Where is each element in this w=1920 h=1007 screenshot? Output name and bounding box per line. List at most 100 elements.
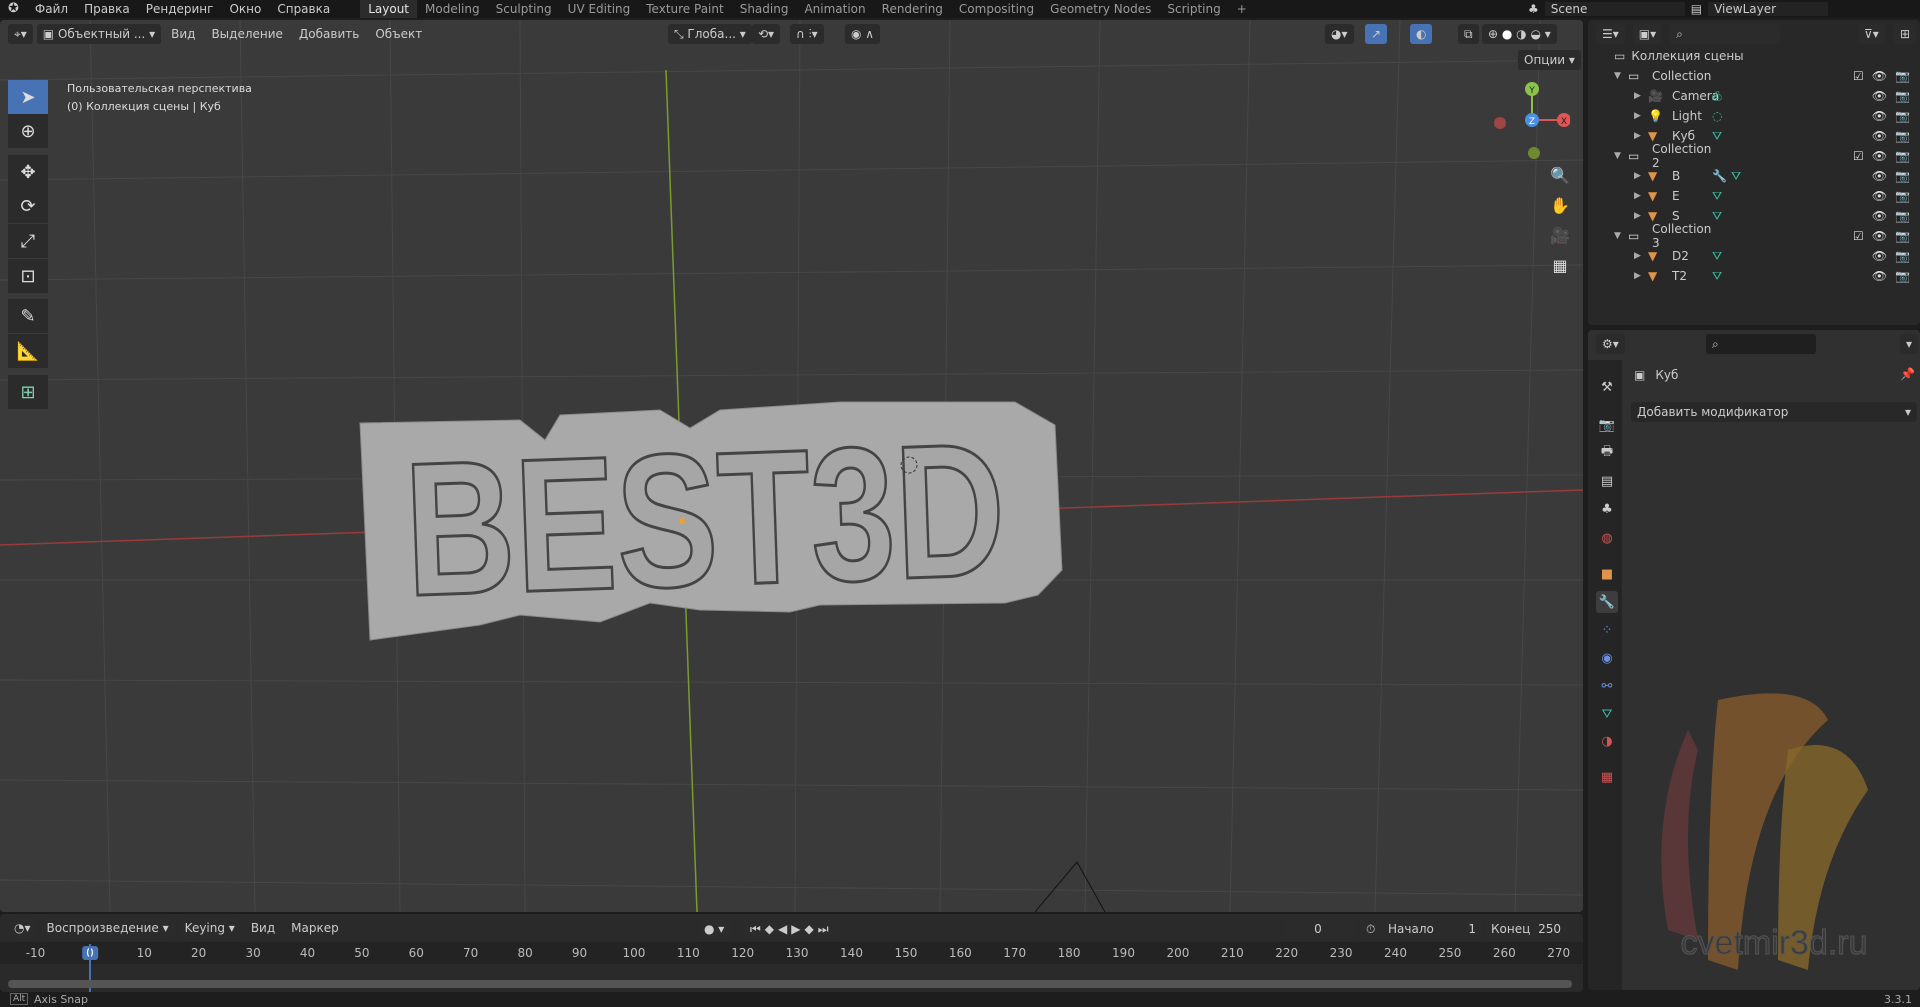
preview-range-icon[interactable]: ⏱ <box>1360 919 1382 939</box>
mode-select[interactable]: ▣ Объектный ... ▾ <box>36 24 162 44</box>
end-frame-field[interactable]: Конец 250 <box>1485 919 1567 939</box>
timeline-editor-type[interactable]: ◔▾ <box>8 918 37 938</box>
outliner-row[interactable]: ▶ ▼ D2 ⛛ 👁 📷 <box>1588 246 1920 266</box>
expand-arrow-icon[interactable]: ▶ <box>1634 171 1648 181</box>
camera-render-icon[interactable]: 📷 <box>1895 109 1910 123</box>
collapse-arrow-icon[interactable]: ▼ <box>1614 231 1628 241</box>
outliner-row[interactable]: ▶ 💡 Light ◌ 👁 📷 <box>1588 106 1920 126</box>
3d-viewport[interactable]: BEST3D ⌖▾ ▣ Объектный ... ▾ Вид Выделени… <box>0 20 1583 912</box>
eye-icon[interactable]: 👁 <box>1872 89 1887 103</box>
marker-menu[interactable]: Маркер <box>285 921 345 935</box>
xray-icon[interactable]: ⧉ <box>1458 24 1479 44</box>
tab-scripting[interactable]: Scripting <box>1159 0 1228 18</box>
add-modifier-dropdown[interactable]: Добавить модификатор ▾ <box>1631 402 1917 422</box>
exclude-checkbox[interactable]: ☑ <box>1853 229 1864 243</box>
tab-render-icon[interactable]: 📷 <box>1596 414 1618 436</box>
pan-hand-icon[interactable]: ✋ <box>1547 192 1573 218</box>
tab-modeling[interactable]: Modeling <box>417 0 488 18</box>
scene-icon[interactable]: ♣ <box>1528 2 1539 16</box>
tab-texture-paint[interactable]: Texture Paint <box>638 0 731 18</box>
move-tool[interactable]: ✥ <box>8 155 48 189</box>
gizmo-neg-x[interactable] <box>1494 117 1506 129</box>
eye-icon[interactable]: 👁 <box>1872 109 1887 123</box>
tab-sculpting[interactable]: Sculpting <box>488 0 560 18</box>
eye-icon[interactable]: 👁 <box>1872 249 1887 263</box>
timeline-scrollbar[interactable] <box>8 980 1572 988</box>
camera-render-icon[interactable]: 📷 <box>1895 169 1910 183</box>
tab-world-icon[interactable]: ◍ <box>1596 527 1618 549</box>
shading-modes[interactable]: ⊕ ● ◑ ◒ ▾ <box>1482 24 1557 44</box>
transform-orientation-select[interactable]: ⤡ Глоба... ▾ <box>668 24 752 44</box>
measure-tool[interactable]: 📐 <box>8 334 48 368</box>
expand-arrow-icon[interactable]: ▶ <box>1634 91 1648 101</box>
outliner-editor-type[interactable]: ☰▾ <box>1596 24 1625 44</box>
add-workspace-button[interactable]: + <box>1229 0 1255 18</box>
new-collection-icon[interactable]: ⊞ <box>1894 24 1917 44</box>
select-box-tool[interactable]: ➤ <box>8 80 48 114</box>
proportional-edit-icon[interactable]: ◉ ∧ <box>845 24 881 44</box>
playback-controls[interactable]: ⏮◆◀▶◆⏭ <box>744 919 839 939</box>
camera-render-icon[interactable]: 📷 <box>1895 229 1910 243</box>
expand-arrow-icon[interactable]: ▶ <box>1634 111 1648 121</box>
scene-field[interactable]: Scene <box>1544 2 1685 16</box>
menu-render[interactable]: Рендеринг <box>138 0 222 18</box>
pivot-icon[interactable]: ⟲▾ <box>752 24 781 44</box>
outliner-row[interactable]: ▶ ▼ Куб ⛛ 👁 📷 <box>1588 126 1920 146</box>
eye-icon[interactable]: 👁 <box>1872 149 1887 163</box>
view-layer-field[interactable]: ViewLayer <box>1708 2 1829 16</box>
tab-object-icon[interactable]: ■ <box>1596 563 1618 585</box>
add-cube-tool[interactable]: ⊞ <box>8 375 48 409</box>
camera-render-icon[interactable]: 📷 <box>1895 69 1910 83</box>
view-layer-icon[interactable]: ▤ <box>1691 2 1702 16</box>
gizmo-neg-y[interactable] <box>1528 147 1540 159</box>
tab-constraints-icon[interactable]: ⚯ <box>1596 675 1618 697</box>
tab-material-icon[interactable]: ◑ <box>1596 730 1618 752</box>
start-frame-field[interactable]: Начало 1 <box>1382 919 1482 939</box>
tab-geometry-nodes[interactable]: Geometry Nodes <box>1042 0 1159 18</box>
cursor-tool[interactable]: ⊕ <box>8 114 48 148</box>
scene-collection-row[interactable]: ▭ Коллекция сцены <box>1588 46 1920 66</box>
camera-view-icon[interactable]: 🎥 <box>1547 222 1573 248</box>
outliner-row[interactable]: ▶ ▼ B 🔧 ⛛ 👁 📷 <box>1588 166 1920 186</box>
playback-menu[interactable]: Воспроизведение ▾ <box>40 918 175 938</box>
tab-compositing[interactable]: Compositing <box>951 0 1042 18</box>
tab-shading[interactable]: Shading <box>732 0 797 18</box>
overlay-toggle-icon[interactable]: ◐ <box>1410 24 1433 44</box>
outliner-row[interactable]: ▼ ▭ Collection 3 ☑ 👁 📷 <box>1588 222 1920 250</box>
outliner-row[interactable]: ▼ ▭ Collection ☑ 👁 📷 <box>1588 66 1920 86</box>
eye-icon[interactable]: 👁 <box>1872 269 1887 283</box>
menu-window[interactable]: Окно <box>221 0 269 18</box>
camera-render-icon[interactable]: 📷 <box>1895 269 1910 283</box>
camera-render-icon[interactable]: 📷 <box>1895 149 1910 163</box>
tab-scene-icon[interactable]: ♣ <box>1596 498 1618 520</box>
expand-arrow-icon[interactable]: ▶ <box>1634 271 1648 281</box>
menu-add[interactable]: Добавить <box>293 27 365 41</box>
expand-arrow-icon[interactable]: ▶ <box>1634 131 1648 141</box>
camera-render-icon[interactable]: 📷 <box>1895 129 1910 143</box>
menu-object[interactable]: Объект <box>369 27 428 41</box>
outliner-row[interactable]: ▶ ▼ S ⛛ 👁 📷 <box>1588 206 1920 226</box>
camera-render-icon[interactable]: 📷 <box>1895 209 1910 223</box>
visibility-icon[interactable]: ◕▾ <box>1325 24 1354 44</box>
keying-menu[interactable]: Keying ▾ <box>178 918 241 938</box>
timeline-view-menu[interactable]: Вид <box>245 921 281 935</box>
properties-options-icon[interactable]: ▾ <box>1900 334 1919 354</box>
outliner-row[interactable]: ▶ ▼ T2 ⛛ 👁 📷 <box>1588 266 1920 286</box>
current-frame-field[interactable]: 0 <box>1282 919 1354 939</box>
tab-animation[interactable]: Animation <box>796 0 873 18</box>
tab-texture-icon[interactable]: ▦ <box>1596 766 1618 788</box>
expand-arrow-icon[interactable]: ▶ <box>1634 251 1648 261</box>
camera-object[interactable] <box>1034 861 1106 912</box>
scale-tool[interactable]: ⤢ <box>8 224 48 258</box>
snap-icon[interactable]: ∩ ⫶▾ <box>790 24 824 44</box>
tab-physics-icon[interactable]: ◉ <box>1596 647 1618 669</box>
tab-uv-editing[interactable]: UV Editing <box>560 0 639 18</box>
tab-rendering[interactable]: Rendering <box>874 0 951 18</box>
tab-particles-icon[interactable]: ⁘ <box>1596 619 1618 641</box>
outliner-search[interactable]: ⌕ <box>1670 24 1781 44</box>
expand-arrow-icon[interactable]: ▶ <box>1634 191 1648 201</box>
blender-logo-icon[interactable]: ✪ <box>0 0 27 18</box>
exclude-checkbox[interactable]: ☑ <box>1853 149 1864 163</box>
tab-data-icon[interactable]: ⛛ <box>1596 703 1618 725</box>
tab-output-icon[interactable]: 🖶 <box>1596 442 1618 464</box>
